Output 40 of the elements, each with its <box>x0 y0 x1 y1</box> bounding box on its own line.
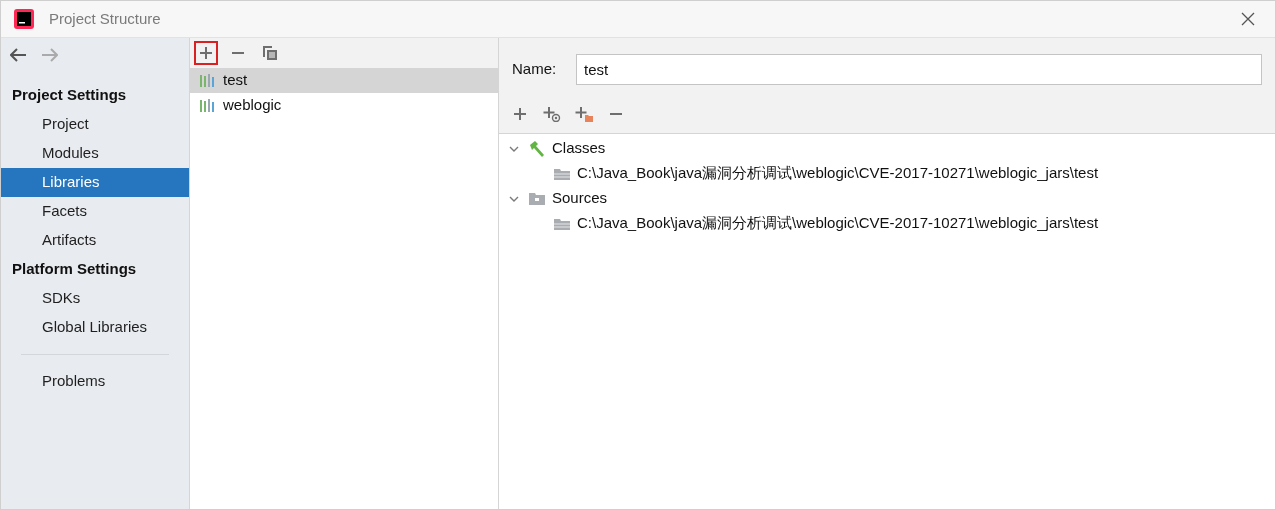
jar-folder-icon <box>553 216 571 231</box>
library-name: test <box>223 70 248 91</box>
close-icon[interactable] <box>1241 12 1255 26</box>
section-heading: Project Settings <box>11 85 128 106</box>
sidebar-item[interactable]: SDKs <box>1 284 189 313</box>
library-icon <box>199 73 217 88</box>
add-icon <box>513 107 527 121</box>
tree-node[interactable]: C:\Java_Book\java漏洞分析调试\weblogic\CVE-2017-10271\weblogic_jars\test <box>499 211 1275 236</box>
sidebar-item[interactable]: Facets <box>1 197 189 226</box>
library-item[interactable]: test <box>190 68 498 93</box>
copy-icon <box>262 45 278 61</box>
add-button[interactable] <box>194 41 218 65</box>
node-label: Classes <box>552 138 606 159</box>
add-globe-icon <box>543 106 561 122</box>
name-field[interactable]: test <box>576 54 1262 85</box>
jar-folder-icon <box>553 166 571 181</box>
sidebar-item[interactable]: Artifacts <box>1 226 189 255</box>
path-label: C:\Java_Book\java漏洞分析调试\weblogic\CVE-2017-10271\weblogic_jars\test <box>577 213 1099 234</box>
hammer-icon <box>528 139 546 158</box>
path-label: C:\Java_Book\java漏洞分析调试\weblogic\CVE-2017-10271\weblogic_jars\test <box>577 163 1099 184</box>
library-name: weblogic <box>223 95 282 116</box>
add-icon <box>199 46 213 60</box>
tree-node[interactable]: C:\Java_Book\java漏洞分析调试\weblogic\CVE-2017-10271\weblogic_jars\test <box>499 161 1275 186</box>
tree-node[interactable]: Sources <box>499 186 1275 211</box>
node-label: Sources <box>552 188 608 209</box>
field-label: Name: <box>512 59 558 80</box>
add-folder-icon <box>575 106 593 122</box>
window-title: Project Structure <box>49 8 161 29</box>
section-heading: Platform Settings <box>11 259 138 280</box>
folder-icon <box>528 191 546 206</box>
tree-node[interactable]: Classes <box>499 136 1275 161</box>
library-item[interactable]: weblogic <box>190 93 498 118</box>
back-arrow-icon[interactable] <box>10 48 27 62</box>
sidebar-item[interactable]: Libraries <box>1 168 189 197</box>
library-icon <box>199 98 217 113</box>
sidebar-item[interactable]: Global Libraries <box>1 313 189 342</box>
sidebar-item[interactable]: Project <box>1 110 189 139</box>
app-logo-icon <box>14 9 34 29</box>
sidebar-item[interactable]: Modules <box>1 139 189 168</box>
sidebar-item[interactable]: Problems <box>1 367 189 396</box>
